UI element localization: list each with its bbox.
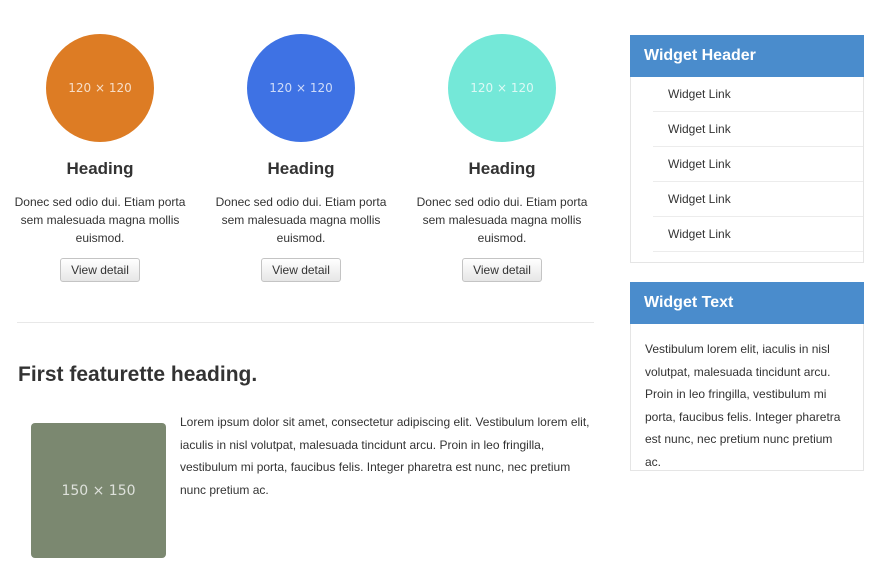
- column-text: Donec sed odio dui. Etiam porta sem male…: [14, 195, 186, 245]
- view-detail-button[interactable]: View detail: [261, 258, 341, 282]
- main-content: 120 × 120 Heading Donec sed odio dui. Et…: [0, 0, 610, 578]
- view-detail-button[interactable]: View detail: [60, 258, 140, 282]
- widget-text-title: Widget Text: [630, 282, 864, 324]
- widget-link[interactable]: Widget Link: [653, 182, 863, 217]
- widget-text-body: Vestibulum lorem elit, iaculis in nisl v…: [645, 342, 841, 469]
- widget-link[interactable]: Widget Link: [653, 147, 863, 182]
- column-text: Donec sed odio dui. Etiam porta sem male…: [416, 195, 588, 245]
- widget-link[interactable]: Widget Link: [653, 217, 863, 252]
- widget-header-title: Widget Header: [630, 35, 864, 77]
- widget-link[interactable]: Widget Link: [653, 77, 863, 112]
- widget-link-list: Widget Link Widget Link Widget Link Widg…: [631, 77, 863, 252]
- marketing-column: 120 × 120 Heading Donec sed odio dui. Et…: [0, 34, 200, 282]
- featurette-divider: [17, 322, 594, 323]
- featurette-heading: First featurette heading.: [18, 363, 258, 386]
- column-heading: Heading: [66, 159, 134, 178]
- circle-image-placeholder: 120 × 120: [46, 34, 154, 142]
- marketing-column: 120 × 120 Heading Donec sed odio dui. Et…: [402, 34, 602, 282]
- column-text: Donec sed odio dui. Etiam porta sem male…: [215, 195, 387, 245]
- view-detail-button[interactable]: View detail: [462, 258, 542, 282]
- featurette-image-placeholder: 150 × 150: [31, 423, 166, 558]
- widget-header-panel: Widget Header Widget Link Widget Link Wi…: [630, 35, 864, 263]
- circle-image-placeholder: 120 × 120: [448, 34, 556, 142]
- column-heading: Heading: [468, 159, 536, 178]
- widget-text-panel: Widget Text Vestibulum lorem elit, iacul…: [630, 282, 864, 471]
- circle-image-placeholder: 120 × 120: [247, 34, 355, 142]
- column-heading: Heading: [267, 159, 335, 178]
- featurette-text: Lorem ipsum dolor sit amet, consectetur …: [180, 415, 590, 497]
- widget-link[interactable]: Widget Link: [653, 112, 863, 147]
- marketing-column: 120 × 120 Heading Donec sed odio dui. Et…: [201, 34, 401, 282]
